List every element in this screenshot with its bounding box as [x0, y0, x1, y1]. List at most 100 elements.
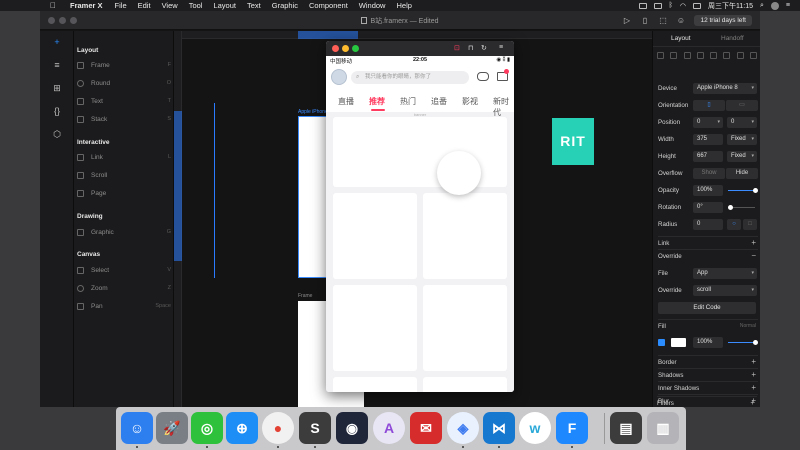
plus-icon[interactable]: + [52, 37, 62, 47]
menu-window[interactable]: Window [359, 1, 386, 10]
video-card[interactable] [333, 193, 417, 279]
gamepad-icon[interactable] [477, 72, 489, 81]
insert-link[interactable]: Link L [77, 152, 171, 162]
menu-view[interactable]: View [162, 1, 178, 10]
inner-shadows-section[interactable]: Inner Shadows + [658, 381, 758, 392]
shadows-section[interactable]: Shadows + [658, 368, 758, 379]
tab-handoff[interactable]: Handoff [721, 35, 744, 42]
device-icon[interactable]: ▯ [640, 16, 649, 25]
preview-minimize-button[interactable] [342, 45, 349, 52]
insert-frame[interactable]: Frame F [77, 60, 171, 70]
insert-page[interactable]: Page [77, 188, 171, 198]
position-x-input[interactable]: 0 ▾ [693, 117, 723, 128]
dock-app-sublime-icon[interactable]: S [299, 412, 331, 444]
width-mode-select[interactable]: Fixed ▾ [727, 134, 757, 145]
tab-layout[interactable]: Layout [671, 35, 691, 42]
fill-slider-knob[interactable] [753, 340, 758, 345]
person-icon[interactable]: ☺ [676, 16, 685, 25]
tab-hot[interactable]: 热门 [400, 96, 416, 107]
screen-record-icon[interactable] [638, 2, 647, 9]
height-input[interactable]: 667 [693, 151, 723, 162]
menu-layout[interactable]: Layout [213, 1, 236, 10]
list-icon[interactable]: ≡ [786, 2, 790, 9]
override-select[interactable]: scroll ▾ [693, 285, 757, 296]
width-input[interactable]: 375 [693, 134, 723, 145]
dock-app-affinity-icon[interactable]: A [373, 412, 405, 444]
align-right-icon[interactable] [683, 52, 691, 59]
dock-app-finder-icon[interactable]: ☺ [121, 412, 153, 444]
device-select[interactable]: Apple iPhone 8 ▾ [693, 83, 757, 94]
align-top-icon[interactable] [696, 52, 704, 59]
dock-app-airmail-icon[interactable]: ✉ [410, 412, 442, 444]
dock-app-chrome-icon[interactable]: ● [262, 412, 294, 444]
radius-uniform-button[interactable]: ○ [727, 219, 741, 230]
record-icon[interactable]: ⊡ [454, 44, 460, 52]
video-card[interactable] [423, 377, 507, 392]
distribute-v-icon[interactable] [749, 52, 757, 59]
dock-app-vscode-icon[interactable]: ⋈ [483, 412, 515, 444]
override-section[interactable]: Override − [658, 249, 758, 260]
insert-text[interactable]: Text T [77, 96, 171, 106]
rotation-input[interactable]: 0° [693, 202, 723, 213]
tool-zoom[interactable]: Zoom Z [77, 283, 171, 293]
insert-stack[interactable]: Stack S [77, 114, 171, 124]
dock-app-screens-icon[interactable]: ▤ [610, 412, 642, 444]
tool-pan[interactable]: Pan Space [77, 301, 171, 311]
align-center-icon[interactable] [670, 52, 678, 59]
user-avatar[interactable] [770, 1, 779, 10]
refresh-icon[interactable]: ↻ [481, 44, 487, 52]
fill-opacity-input[interactable]: 100% [693, 337, 723, 348]
position-y-input[interactable]: 0 ▾ [727, 117, 757, 128]
banner-card[interactable] [333, 117, 507, 187]
menu-file[interactable]: File [115, 1, 127, 10]
dock-app-wunderlist-icon[interactable]: w [519, 412, 551, 444]
dock-app-trash-icon[interactable]: ▥ [647, 412, 679, 444]
height-mode-select[interactable]: Fixed ▾ [727, 151, 757, 162]
distribute-h-icon[interactable] [736, 52, 744, 59]
tool-select[interactable]: Select V [77, 265, 171, 275]
lock-icon[interactable]: ⊓ [468, 44, 473, 52]
menu-icon[interactable]: ≡ [499, 44, 503, 51]
preview-zoom-button[interactable] [352, 45, 359, 52]
frame-label-2[interactable]: Frame [298, 293, 312, 299]
dock-app-launchpad-icon[interactable]: 🚀 [156, 412, 188, 444]
dock-app-wechat-icon[interactable]: ◎ [191, 412, 223, 444]
tab-anime[interactable]: 追番 [431, 96, 447, 107]
file-select[interactable]: App ▾ [693, 268, 757, 279]
grid-icon[interactable]: ⊞ [52, 83, 62, 93]
insert-graphic[interactable]: Graphic G [77, 227, 171, 237]
menu-app-name[interactable]: Framer X [70, 1, 103, 10]
opacity-slider[interactable] [728, 190, 755, 191]
bluetooth-icon[interactable]: ᛒ [669, 2, 673, 9]
tab-recommend[interactable]: 推荐 [369, 96, 385, 107]
battery-icon[interactable] [692, 2, 701, 9]
user-avatar[interactable] [331, 69, 347, 85]
menu-edit[interactable]: Edit [138, 1, 151, 10]
video-card[interactable] [333, 377, 417, 392]
menu-component[interactable]: Component [309, 1, 348, 10]
preview-close-button[interactable] [332, 45, 339, 52]
insert-round[interactable]: Round O [77, 78, 171, 88]
dock-app-safari-icon[interactable]: ⊕ [226, 412, 258, 444]
align-bottom-icon[interactable] [723, 52, 731, 59]
overflow-hide[interactable]: Hide [726, 168, 758, 179]
align-middle-icon[interactable] [710, 52, 718, 59]
border-section[interactable]: Border + [658, 355, 758, 366]
video-card[interactable] [423, 193, 507, 279]
align-left-icon[interactable] [657, 52, 664, 59]
package-icon[interactable]: ⬡ [52, 129, 62, 139]
wifi-icon[interactable]: ◠ [680, 2, 686, 10]
opacity-input[interactable]: 100% [693, 185, 723, 196]
preview-window[interactable]: ⊡ ⊓ ↻ ≡ 中国移动 22:05 ◉ ⁑ ▮ ⌕ 我只能看你的眼睛，那你了 直… [326, 41, 514, 392]
opacity-slider-knob[interactable] [753, 188, 758, 193]
tab-live[interactable]: 直播 [338, 96, 354, 107]
landscape-button[interactable]: ▭ [726, 100, 758, 111]
overflow-show[interactable]: Show [693, 168, 725, 179]
fill-opacity-slider[interactable] [728, 342, 755, 343]
fill-section[interactable]: Fill Normal [658, 319, 758, 330]
fill-color-swatch[interactable] [671, 338, 686, 347]
clock[interactable]: 周三下午11:15 [708, 1, 753, 11]
fill-checkbox[interactable] [658, 339, 665, 346]
search-icon[interactable]: ⌕ [760, 2, 764, 10]
share-icon[interactable]: ⬚ [658, 16, 667, 25]
